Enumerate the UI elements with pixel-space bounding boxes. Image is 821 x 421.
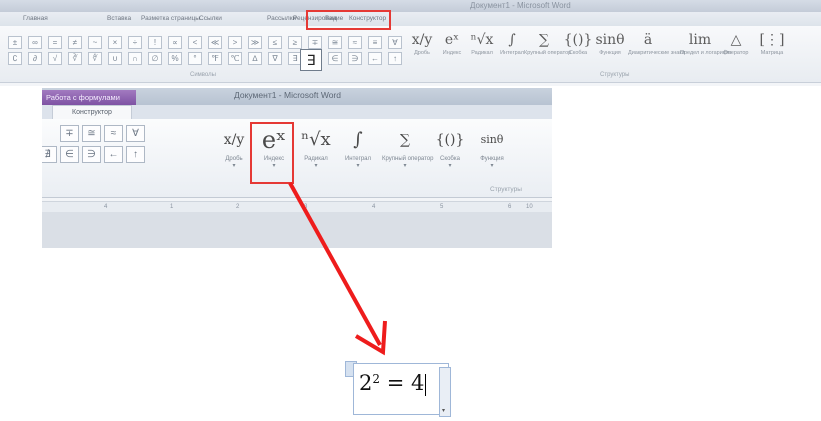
equation-options-dropdown[interactable]: ▾: [439, 367, 451, 417]
text-cursor: [425, 373, 427, 396]
equation-text[interactable]: 22 = 4: [359, 371, 427, 396]
equation-base: 2: [359, 371, 373, 395]
arrow-shaft: [288, 182, 382, 346]
equation-exponent: 2: [372, 372, 381, 386]
red-arrow: [288, 182, 387, 356]
equation-rest: = 4: [380, 371, 425, 395]
chevron-down-icon: ▾: [442, 408, 446, 414]
equation-box[interactable]: ▾ 22 = 4: [345, 361, 453, 417]
